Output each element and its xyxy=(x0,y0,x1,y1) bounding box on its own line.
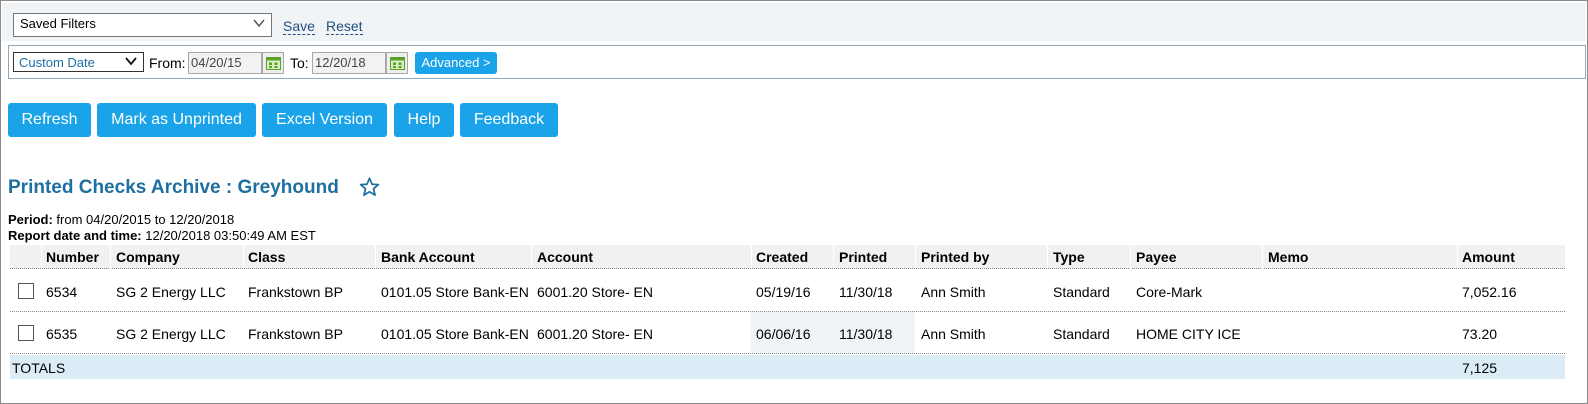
report-date-label: Report date and time: xyxy=(8,228,142,243)
report-date-line: Report date and time: 12/20/2018 03:50:4… xyxy=(8,228,316,243)
table-row: 6535 SG 2 Energy LLC Frankstown BP 0101.… xyxy=(10,312,1565,354)
cell-amount: 7,052.16 xyxy=(1462,284,1517,300)
from-date-value: 04/20/15 xyxy=(191,55,242,70)
from-label: From: xyxy=(149,55,186,71)
chevron-down-icon xyxy=(253,17,265,31)
page-title: Printed Checks Archive : Greyhound xyxy=(8,177,339,198)
col-header-account[interactable]: Account xyxy=(537,249,593,265)
report-frame: Saved Filters Save Reset Custom Date Fro… xyxy=(0,0,1588,404)
col-header-bank-account[interactable]: Bank Account xyxy=(381,249,475,265)
cell-account: 6001.20 Store- EN xyxy=(537,284,653,300)
period-label: Period: xyxy=(8,212,53,227)
col-header-type[interactable]: Type xyxy=(1053,249,1085,265)
col-header-company[interactable]: Company xyxy=(116,249,180,265)
saved-filters-select[interactable]: Saved Filters xyxy=(13,13,272,37)
reset-link[interactable]: Reset xyxy=(326,19,363,35)
advanced-button[interactable]: Advanced > xyxy=(415,52,497,74)
cell-printed-by: Ann Smith xyxy=(921,284,986,300)
to-date-value: 12/20/18 xyxy=(315,55,366,70)
cell-type: Standard xyxy=(1053,284,1110,300)
to-label: To: xyxy=(290,55,309,71)
totals-label: TOTALS xyxy=(12,360,66,376)
refresh-button[interactable]: Refresh xyxy=(8,103,91,137)
star-icon[interactable] xyxy=(359,177,380,197)
table-header: Number Company Class Bank Account Accoun… xyxy=(10,245,1565,269)
cell-amount: 73.20 xyxy=(1462,326,1498,342)
save-link[interactable]: Save xyxy=(283,19,315,35)
report-date-value: 12/20/2018 03:50:49 AM EST xyxy=(145,228,316,243)
col-header-payee[interactable]: Payee xyxy=(1136,249,1176,265)
from-date-input[interactable]: 04/20/15 xyxy=(188,52,262,74)
saved-filters-value: Saved Filters xyxy=(20,16,96,31)
to-date-input[interactable]: 12/20/18 xyxy=(312,52,386,74)
help-button[interactable]: Help xyxy=(394,103,454,137)
period-line: Period: from 04/20/2015 to 12/20/2018 xyxy=(8,212,234,227)
calendar-icon xyxy=(390,57,405,70)
cell-bank-account: 0101.05 Store Bank-EN xyxy=(381,326,529,342)
cell-created: 06/06/16 xyxy=(756,326,811,342)
date-range-value: Custom Date xyxy=(19,55,95,70)
date-range-select[interactable]: Custom Date xyxy=(13,52,144,72)
col-header-printed[interactable]: Printed xyxy=(839,249,887,265)
date-filter-bar: Custom Date From: 04/20/15 To: 12/20/18 xyxy=(8,45,1586,79)
to-calendar-button[interactable] xyxy=(386,52,408,74)
col-header-amount[interactable]: Amount xyxy=(1462,249,1515,265)
period-value: from 04/20/2015 to 12/20/2018 xyxy=(56,212,235,227)
row-checkbox[interactable] xyxy=(18,283,34,299)
cell-printed: 11/30/18 xyxy=(839,284,893,300)
col-header-memo[interactable]: Memo xyxy=(1268,249,1308,265)
cell-class: Frankstown BP xyxy=(248,284,343,300)
feedback-button[interactable]: Feedback xyxy=(460,103,558,137)
totals-row: TOTALS 7,125 xyxy=(10,355,1565,379)
chevron-down-icon xyxy=(125,55,137,69)
cell-type: Standard xyxy=(1053,326,1110,342)
col-header-created[interactable]: Created xyxy=(756,249,808,265)
cell-created: 05/19/16 xyxy=(756,284,811,300)
cell-number[interactable]: 6535 xyxy=(46,326,77,342)
totals-amount: 7,125 xyxy=(1462,360,1498,376)
cell-payee: HOME CITY ICE xyxy=(1136,326,1241,342)
cell-bank-account: 0101.05 Store Bank-EN xyxy=(381,284,529,300)
cell-class: Frankstown BP xyxy=(248,326,343,342)
col-header-number[interactable]: Number xyxy=(46,249,99,265)
from-calendar-button[interactable] xyxy=(262,52,284,74)
cell-payee: Core-Mark xyxy=(1136,284,1203,300)
cell-account: 6001.20 Store- EN xyxy=(537,326,653,342)
cell-number[interactable]: 6534 xyxy=(46,284,77,300)
cell-printed: 11/30/18 xyxy=(839,326,893,342)
row-checkbox[interactable] xyxy=(18,325,34,341)
mark-unprinted-button[interactable]: Mark as Unprinted xyxy=(97,103,256,137)
col-header-class[interactable]: Class xyxy=(248,249,285,265)
table-row: 6534 SG 2 Energy LLC Frankstown BP 0101.… xyxy=(10,270,1565,312)
calendar-icon xyxy=(266,57,281,70)
excel-version-button[interactable]: Excel Version xyxy=(262,103,387,137)
cell-printed-by: Ann Smith xyxy=(921,326,986,342)
cell-company: SG 2 Energy LLC xyxy=(116,326,226,342)
saved-filters-bar: Saved Filters Save Reset xyxy=(2,3,1586,41)
col-header-printed-by[interactable]: Printed by xyxy=(921,249,989,265)
cell-company: SG 2 Energy LLC xyxy=(116,284,226,300)
